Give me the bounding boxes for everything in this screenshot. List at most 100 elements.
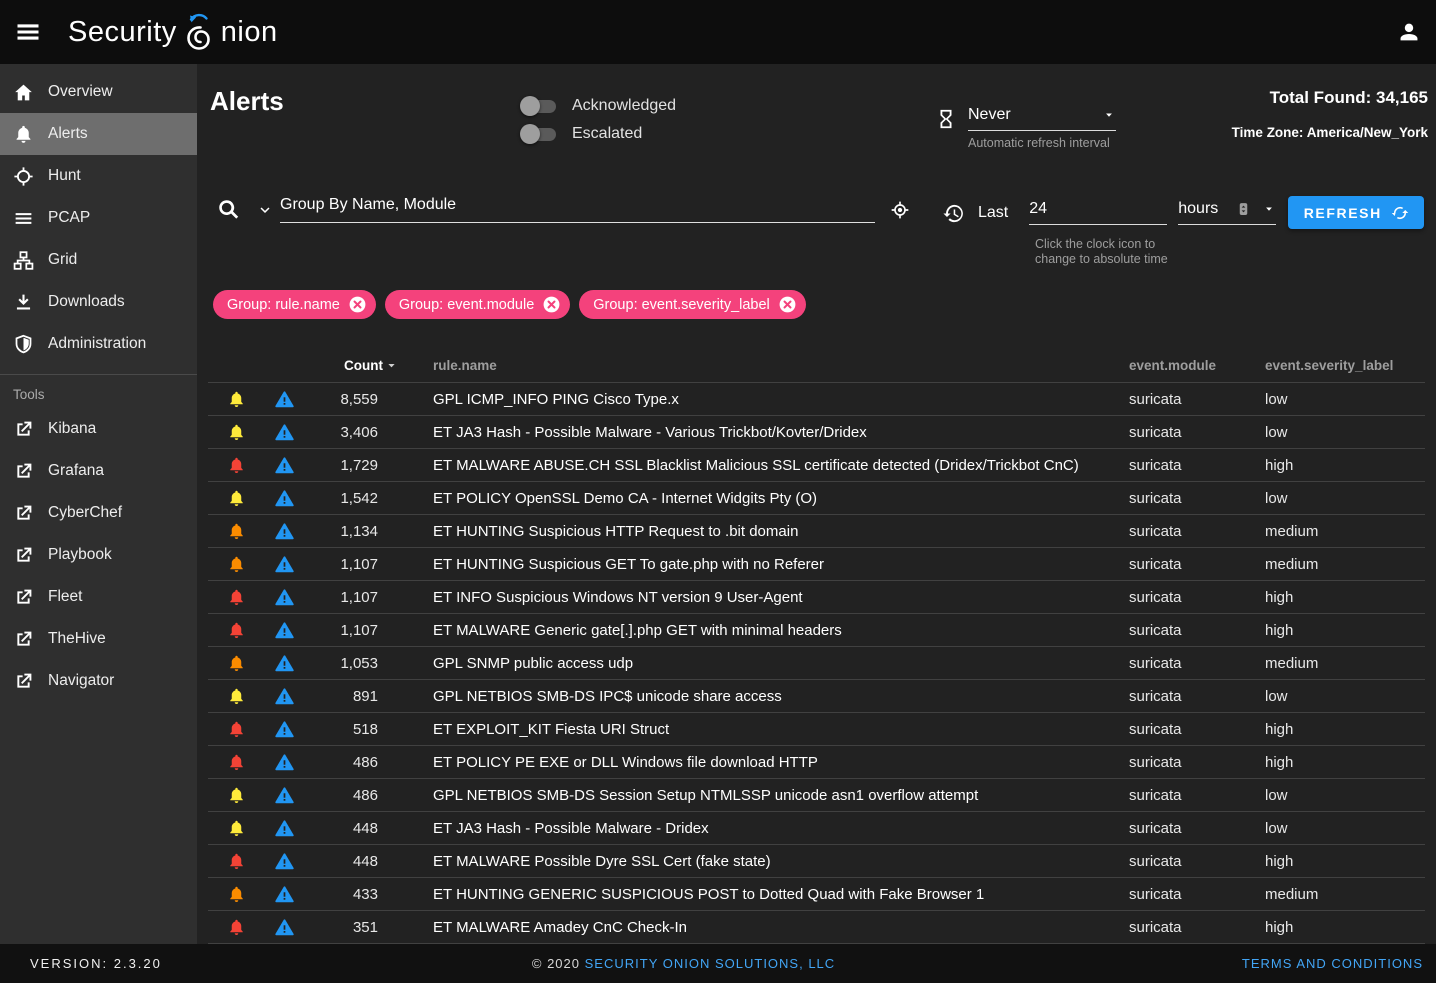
- terms-link[interactable]: TERMS AND CONDITIONS: [1242, 956, 1423, 971]
- module-cell[interactable]: suricata: [1129, 820, 1265, 837]
- severity-bell-icon[interactable]: [227, 489, 246, 508]
- column-severity-label[interactable]: event.severity_label: [1265, 358, 1425, 373]
- crosshairs-gps-icon[interactable]: [890, 200, 910, 220]
- rule-name-cell[interactable]: ET HUNTING Suspicious GET To gate.php wi…: [382, 556, 1129, 573]
- refresh-interval-select[interactable]: Never Automatic refresh interval: [968, 106, 1116, 150]
- toggle-knob[interactable]: [520, 124, 540, 144]
- module-cell[interactable]: suricata: [1129, 424, 1265, 441]
- history-icon[interactable]: [942, 202, 965, 225]
- alert-info-icon[interactable]: [275, 555, 294, 574]
- alert-info-icon[interactable]: [275, 687, 294, 706]
- count-cell[interactable]: 8,559: [304, 391, 382, 408]
- count-cell[interactable]: 1,107: [304, 556, 382, 573]
- sort-desc-icon[interactable]: [384, 358, 399, 373]
- alert-info-icon[interactable]: [275, 720, 294, 739]
- severity-cell[interactable]: high: [1265, 622, 1425, 639]
- alert-info-icon[interactable]: [275, 522, 294, 541]
- alert-info-icon[interactable]: [275, 423, 294, 442]
- severity-bell-icon[interactable]: [227, 753, 246, 772]
- chip-close-icon[interactable]: [542, 295, 561, 314]
- count-cell[interactable]: 1,107: [304, 622, 382, 639]
- severity-bell-icon[interactable]: [227, 786, 246, 805]
- alert-info-icon[interactable]: [275, 654, 294, 673]
- module-cell[interactable]: suricata: [1129, 622, 1265, 639]
- sidebar-item-thehive[interactable]: TheHive: [0, 618, 197, 660]
- table-row[interactable]: 486ET POLICY PE EXE or DLL Windows file …: [208, 745, 1425, 778]
- severity-cell[interactable]: low: [1265, 391, 1425, 408]
- severity-bell-icon[interactable]: [227, 390, 246, 409]
- rule-name-cell[interactable]: GPL SNMP public access udp: [382, 655, 1129, 672]
- severity-bell-icon[interactable]: [227, 621, 246, 640]
- count-cell[interactable]: 486: [304, 787, 382, 804]
- severity-bell-icon[interactable]: [227, 687, 246, 706]
- alert-info-icon[interactable]: [275, 885, 294, 904]
- rule-name-cell[interactable]: ET HUNTING Suspicious HTTP Request to .b…: [382, 523, 1129, 540]
- table-row[interactable]: 1,053GPL SNMP public access udpsuricatam…: [208, 646, 1425, 679]
- module-cell[interactable]: suricata: [1129, 754, 1265, 771]
- rule-name-cell[interactable]: ET POLICY OpenSSL Demo CA - Internet Wid…: [382, 490, 1129, 507]
- sidebar-item-grid[interactable]: Grid: [0, 239, 197, 281]
- severity-cell[interactable]: high: [1265, 589, 1425, 606]
- sidebar-item-hunt[interactable]: Hunt: [0, 155, 197, 197]
- module-cell[interactable]: suricata: [1129, 787, 1265, 804]
- module-cell[interactable]: suricata: [1129, 457, 1265, 474]
- rule-name-cell[interactable]: ET HUNTING GENERIC SUSPICIOUS POST to Do…: [382, 886, 1129, 903]
- severity-cell[interactable]: low: [1265, 490, 1425, 507]
- search-icon[interactable]: [216, 197, 242, 223]
- sidebar-item-administration[interactable]: Administration: [0, 323, 197, 365]
- alert-info-icon[interactable]: [275, 456, 294, 475]
- menu-icon[interactable]: [14, 18, 42, 46]
- sidebar-item-fleet[interactable]: Fleet: [0, 576, 197, 618]
- table-row[interactable]: 433ET HUNTING GENERIC SUSPICIOUS POST to…: [208, 877, 1425, 910]
- severity-cell[interactable]: low: [1265, 787, 1425, 804]
- table-row[interactable]: 891GPL NETBIOS SMB-DS IPC$ unicode share…: [208, 679, 1425, 712]
- severity-cell[interactable]: medium: [1265, 655, 1425, 672]
- count-cell[interactable]: 518: [304, 721, 382, 738]
- alert-info-icon[interactable]: [275, 489, 294, 508]
- count-cell[interactable]: 433: [304, 886, 382, 903]
- rule-name-cell[interactable]: ET INFO Suspicious Windows NT version 9 …: [382, 589, 1129, 606]
- alert-info-icon[interactable]: [275, 786, 294, 805]
- rule-name-cell[interactable]: GPL NETBIOS SMB-DS IPC$ unicode share ac…: [382, 688, 1129, 705]
- count-cell[interactable]: 1,053: [304, 655, 382, 672]
- count-cell[interactable]: 1,107: [304, 589, 382, 606]
- user-account-icon[interactable]: [1396, 19, 1422, 45]
- table-row[interactable]: 1,107ET MALWARE Generic gate[.].php GET …: [208, 613, 1425, 646]
- alert-info-icon[interactable]: [275, 852, 294, 871]
- refresh-button[interactable]: REFRESH: [1288, 196, 1424, 229]
- module-cell[interactable]: suricata: [1129, 688, 1265, 705]
- count-cell[interactable]: 1,134: [304, 523, 382, 540]
- rule-name-cell[interactable]: ET MALWARE Amadey CnC Check-In: [382, 919, 1129, 936]
- column-event-module[interactable]: event.module: [1129, 358, 1265, 373]
- severity-bell-icon[interactable]: [227, 720, 246, 739]
- rule-name-cell[interactable]: ET MALWARE ABUSE.CH SSL Blacklist Malici…: [382, 457, 1129, 474]
- escalated-toggle[interactable]: Escalated: [523, 120, 676, 148]
- severity-cell[interactable]: low: [1265, 688, 1425, 705]
- column-count[interactable]: Count: [304, 358, 382, 373]
- sidebar-item-pcap[interactable]: PCAP: [0, 197, 197, 239]
- severity-cell[interactable]: medium: [1265, 886, 1425, 903]
- severity-bell-icon[interactable]: [227, 555, 246, 574]
- count-cell[interactable]: 448: [304, 853, 382, 870]
- sidebar-item-grafana[interactable]: Grafana: [0, 450, 197, 492]
- count-cell[interactable]: 351: [304, 919, 382, 936]
- severity-bell-icon[interactable]: [227, 423, 246, 442]
- table-row[interactable]: 518ET EXPLOIT_KIT Fiesta URI Structsuric…: [208, 712, 1425, 745]
- alert-info-icon[interactable]: [275, 621, 294, 640]
- sidebar-item-navigator[interactable]: Navigator: [0, 660, 197, 702]
- table-row[interactable]: 351ET MALWARE Amadey CnC Check-Insuricat…: [208, 910, 1425, 943]
- rule-name-cell[interactable]: ET JA3 Hash - Possible Malware - Dridex: [382, 820, 1129, 837]
- alert-info-icon[interactable]: [275, 819, 294, 838]
- severity-cell[interactable]: high: [1265, 457, 1425, 474]
- severity-cell[interactable]: medium: [1265, 523, 1425, 540]
- toggle-track[interactable]: [523, 128, 556, 141]
- table-row[interactable]: 1,134ET HUNTING Suspicious HTTP Request …: [208, 514, 1425, 547]
- rule-name-cell[interactable]: GPL NETBIOS SMB-DS Session Setup NTMLSSP…: [382, 787, 1129, 804]
- severity-cell[interactable]: low: [1265, 424, 1425, 441]
- sidebar-item-playbook[interactable]: Playbook: [0, 534, 197, 576]
- table-row[interactable]: 1,729ET MALWARE ABUSE.CH SSL Blacklist M…: [208, 448, 1425, 481]
- severity-bell-icon[interactable]: [227, 522, 246, 541]
- severity-cell[interactable]: high: [1265, 721, 1425, 738]
- alert-info-icon[interactable]: [275, 588, 294, 607]
- query-input[interactable]: [280, 196, 875, 214]
